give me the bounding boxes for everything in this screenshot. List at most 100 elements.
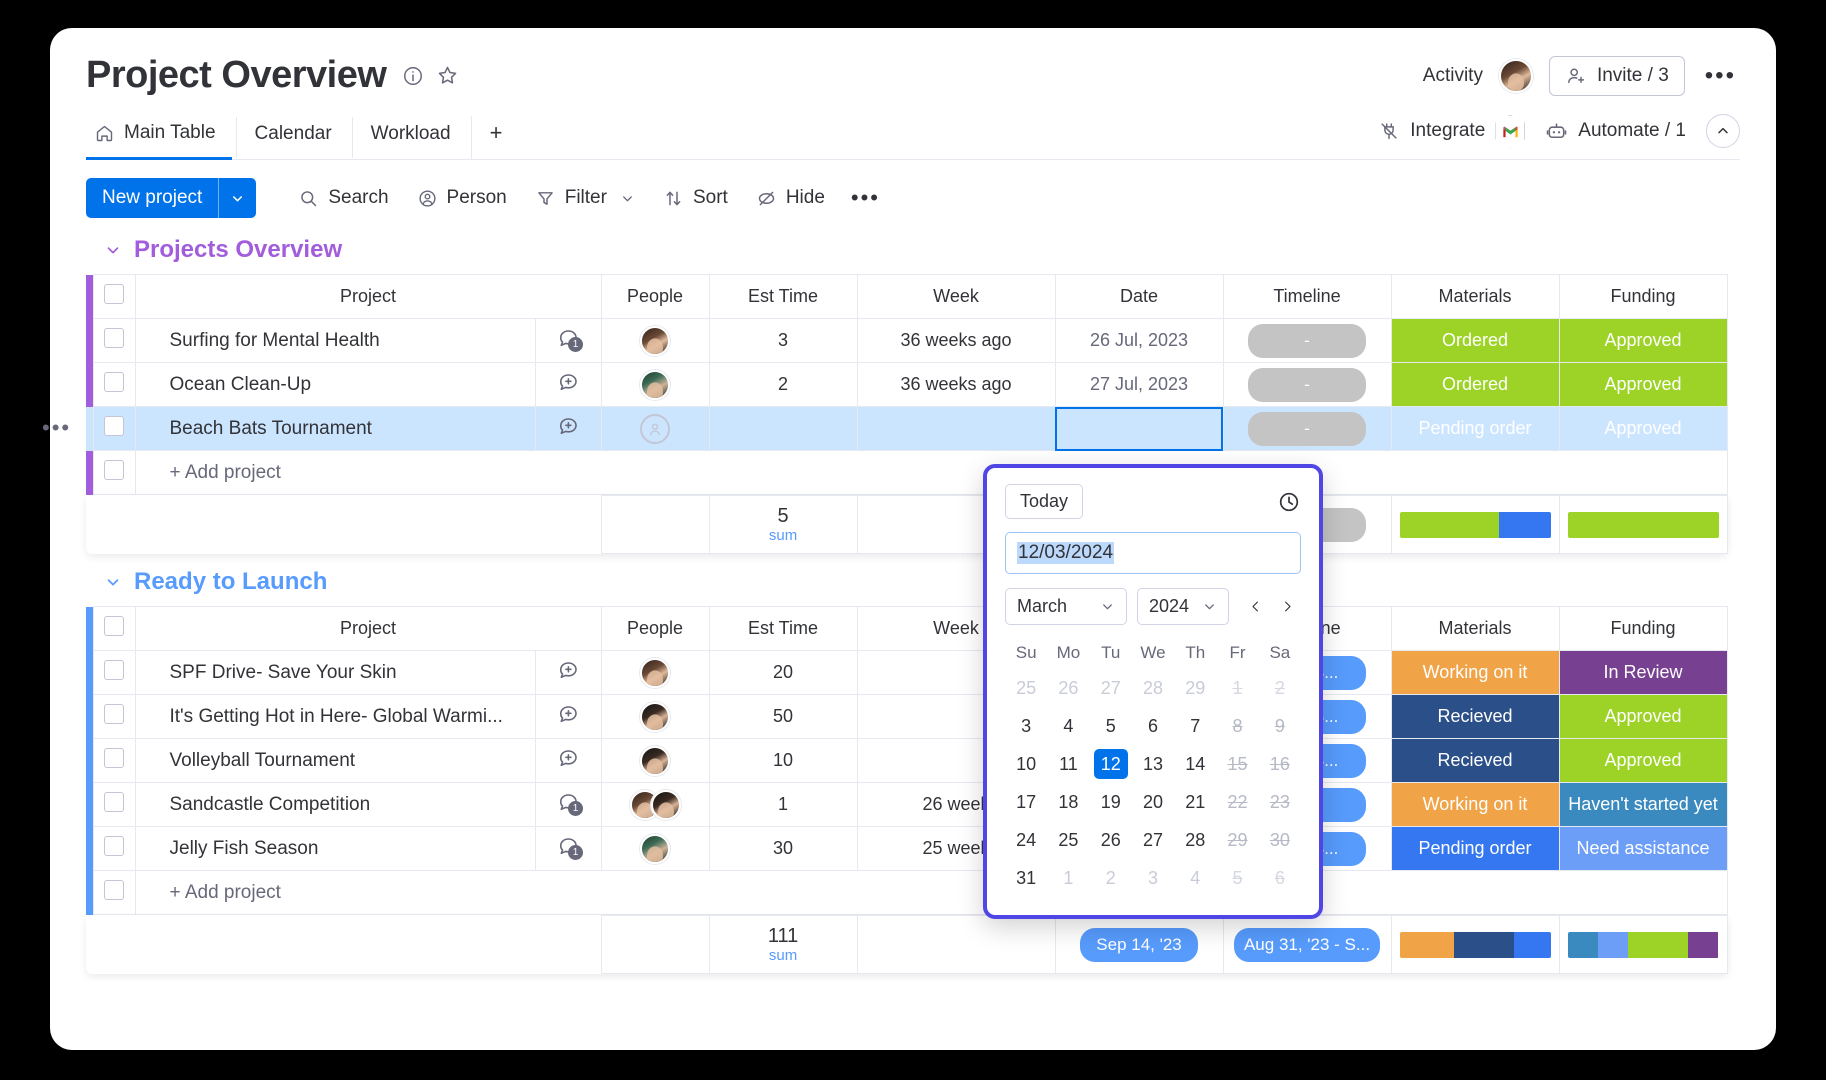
materials-status-cell[interactable]: Pending order [1390, 406, 1560, 451]
materials-status-cell[interactable]: Recieved [1390, 694, 1560, 739]
column-header-project[interactable]: Project [134, 274, 602, 319]
comment-cell[interactable] [534, 694, 602, 739]
calendar-day-cell[interactable]: 26 [1047, 669, 1090, 707]
calendar-day-cell[interactable]: 27 [1089, 669, 1132, 707]
summary-date-cell[interactable]: Sep 14, '23 [1054, 915, 1224, 974]
comment-cell[interactable]: 1 [534, 826, 602, 871]
avatar[interactable] [640, 701, 670, 732]
calendar-day-cell[interactable]: 26 [1089, 821, 1132, 859]
calendar-day-cell[interactable]: 31 [1005, 859, 1048, 897]
calendar-day[interactable]: 3 [1136, 863, 1170, 893]
calendar-day-cell[interactable]: 13 [1131, 745, 1175, 783]
avatar[interactable] [640, 325, 670, 356]
people-cell[interactable] [600, 318, 710, 363]
column-header-est-time[interactable]: Est Time [708, 606, 858, 651]
calendar-day-cell[interactable]: 11 [1047, 745, 1090, 783]
comment-add-icon[interactable] [556, 702, 580, 726]
person-button[interactable]: Person [403, 181, 521, 215]
project-name-cell[interactable]: Jelly Fish Season [134, 826, 536, 871]
week-cell[interactable]: 36 weeks ago [856, 318, 1056, 363]
calendar-day-cell[interactable]: 28 [1174, 821, 1217, 859]
group-collapse-icon[interactable] [104, 241, 122, 259]
column-header-funding[interactable]: Funding [1558, 606, 1728, 651]
calendar-day-cell[interactable]: 23 [1258, 783, 1301, 821]
funding-status-cell[interactable]: Need assistance [1558, 826, 1728, 871]
column-header-people[interactable]: People [600, 274, 710, 319]
materials-status-cell[interactable]: Ordered [1390, 318, 1560, 363]
calendar-day[interactable]: 6 [1136, 711, 1170, 741]
calendar-day-cell[interactable]: 28 [1131, 669, 1175, 707]
calendar-day-cell[interactable]: 10 [1005, 745, 1048, 783]
calendar-day[interactable]: 18 [1051, 787, 1085, 817]
row-checkbox[interactable] [104, 792, 124, 812]
column-header-materials[interactable]: Materials [1390, 606, 1560, 651]
comment-icon[interactable]: 1 [556, 834, 583, 860]
materials-status-cell[interactable]: Working on it [1390, 650, 1560, 695]
calendar-day[interactable]: 28 [1178, 825, 1212, 855]
calendar-day-cell[interactable]: 25 [1047, 821, 1090, 859]
calendar-day[interactable]: 6 [1263, 863, 1297, 893]
table-row[interactable]: It's Getting Hot in Here- Global Warmi..… [86, 694, 1728, 739]
materials-status-cell[interactable]: Working on it [1390, 782, 1560, 827]
row-checkbox[interactable] [104, 328, 124, 348]
add-project-row[interactable]: + Add project [86, 450, 1728, 495]
calendar-day-cell[interactable]: 2 [1258, 669, 1301, 707]
funding-status-cell[interactable]: Approved [1558, 362, 1728, 407]
calendar-day-cell[interactable]: 12 [1089, 745, 1132, 783]
calendar-day[interactable]: 30 [1263, 825, 1297, 855]
comment-icon[interactable]: 1 [556, 326, 583, 352]
est-time-cell[interactable] [708, 406, 858, 451]
comment-cell[interactable]: 1 [534, 318, 602, 363]
project-name-cell[interactable]: Volleyball Tournament [134, 738, 536, 783]
table-row[interactable]: Jelly Fish Season13025 week'23 - S...Pen… [86, 826, 1728, 871]
tab-calendar[interactable]: Calendar [235, 117, 348, 158]
new-project-button[interactable]: New project [86, 178, 257, 218]
row-checkbox[interactable] [104, 704, 124, 724]
calendar-day[interactable]: 19 [1094, 787, 1128, 817]
add-project-row[interactable]: + Add project [86, 870, 1728, 915]
row-checkbox[interactable] [104, 660, 124, 680]
column-header-est-time[interactable]: Est Time [708, 274, 858, 319]
comment-cell[interactable] [534, 738, 602, 783]
timeline-cell[interactable]: - [1222, 318, 1392, 363]
table-row[interactable]: SPF Drive- Save Your Skin20'23 - S...Wor… [86, 650, 1728, 695]
funding-status-cell[interactable]: Approved [1558, 406, 1728, 451]
calendar-day-cell[interactable]: 29 [1174, 669, 1217, 707]
table-row[interactable]: Ocean Clean-Up 2 36 weeks ago 27 Jul, 2023-… [86, 362, 1728, 407]
row-checkbox[interactable] [104, 372, 124, 392]
table-row[interactable]: Beach Bats Tournament - Pending order Appro… [86, 406, 1728, 451]
project-name-cell[interactable]: Ocean Clean-Up [134, 362, 536, 407]
select-all-checkbox[interactable] [104, 284, 124, 304]
calendar-day[interactable]: 4 [1051, 711, 1085, 741]
summary-est-time-cell[interactable]: 5 sum [708, 495, 858, 554]
add-project-label[interactable]: + Add project [134, 870, 1728, 915]
month-select[interactable]: March [1005, 588, 1127, 625]
chevron-down-icon[interactable] [620, 191, 635, 206]
calendar-day[interactable]: 2 [1263, 673, 1297, 703]
comment-icon[interactable]: 1 [556, 790, 583, 816]
calendar-day[interactable]: 20 [1136, 787, 1170, 817]
comment-cell[interactable] [534, 362, 602, 407]
group-collapse-icon[interactable] [104, 573, 122, 591]
calendar-day-cell[interactable]: 3 [1131, 859, 1175, 897]
calendar-day-cell[interactable]: 21 [1174, 783, 1217, 821]
integrate-button[interactable]: Integrate [1378, 114, 1526, 148]
people-cell[interactable] [600, 738, 710, 783]
calendar-day-cell[interactable]: 1 [1047, 859, 1090, 897]
calendar-day[interactable]: 5 [1094, 711, 1128, 741]
calendar-day-cell[interactable]: 27 [1131, 821, 1175, 859]
column-header-materials[interactable]: Materials [1390, 274, 1560, 319]
calendar-day[interactable]: 29 [1221, 825, 1255, 855]
calendar-day[interactable]: 22 [1221, 787, 1255, 817]
comment-add-icon[interactable] [556, 414, 580, 438]
hide-button[interactable]: Hide [742, 181, 839, 215]
calendar-day[interactable]: 8 [1221, 711, 1255, 741]
search-button[interactable]: Search [284, 181, 402, 215]
toolbar-more-button[interactable]: ••• [839, 183, 892, 213]
calendar-day-cell[interactable]: 17 [1005, 783, 1048, 821]
tab-main-table[interactable]: Main Table [86, 116, 232, 160]
comment-cell[interactable] [534, 406, 602, 451]
clock-icon[interactable] [1277, 490, 1301, 514]
est-time-cell[interactable]: 3 [708, 318, 858, 363]
calendar-day[interactable]: 25 [1051, 825, 1085, 855]
